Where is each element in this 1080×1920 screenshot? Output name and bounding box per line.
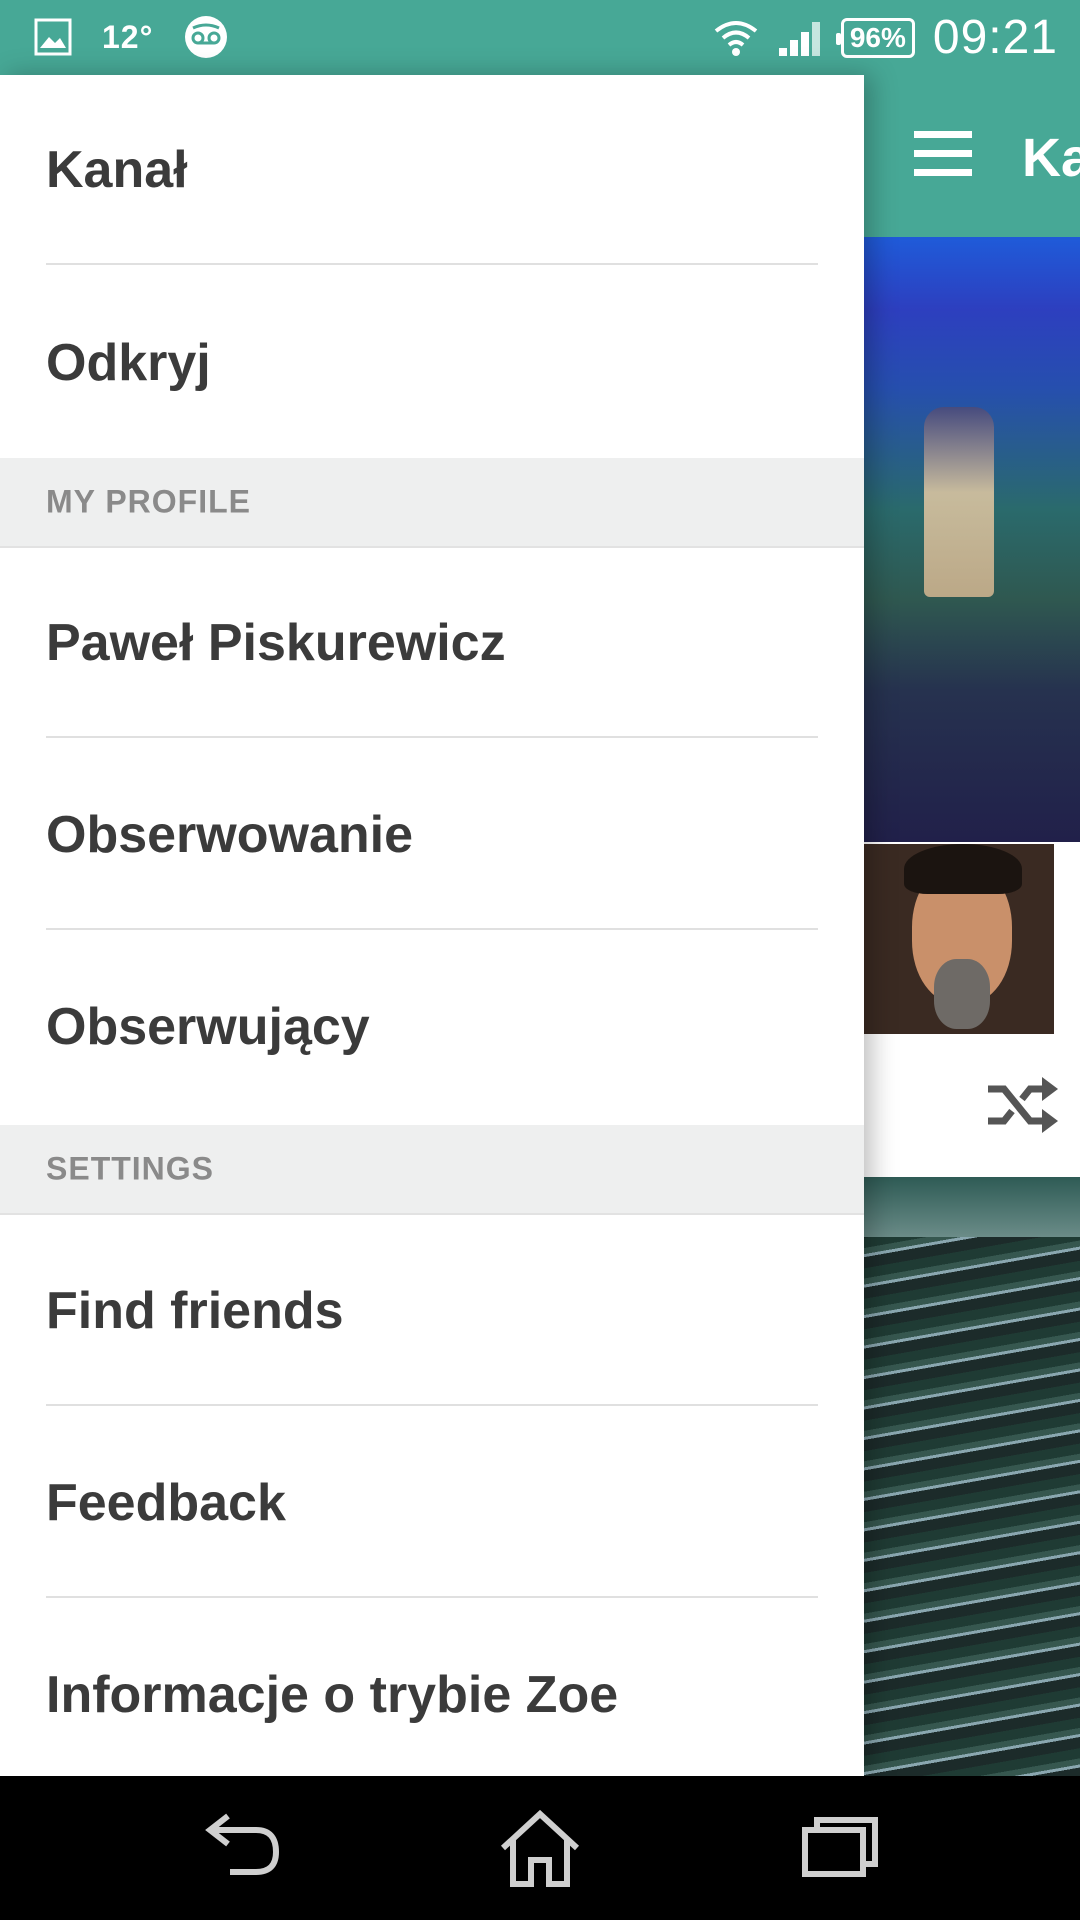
drawer-item-obserwujacy[interactable]: Obserwujący bbox=[0, 932, 864, 1122]
feed-content: Kanał bbox=[864, 75, 1080, 1776]
drawer-item-label: Obserwujący bbox=[46, 998, 370, 1056]
drawer-item-label: Odkryj bbox=[46, 333, 211, 392]
drawer-item-label: Paweł Piskurewicz bbox=[46, 614, 506, 672]
divider bbox=[46, 736, 818, 738]
status-left: 12° bbox=[34, 14, 229, 60]
drawer-item-profile-name[interactable]: Paweł Piskurewicz bbox=[0, 548, 864, 738]
drawer-item-label: Kanał bbox=[46, 141, 188, 199]
divider bbox=[46, 1596, 818, 1598]
section-header-settings: SETTINGS bbox=[0, 1125, 864, 1215]
drawer-item-label: Feedback bbox=[46, 1474, 286, 1532]
menu-icon[interactable] bbox=[914, 131, 972, 176]
drawer-item-zoe-info[interactable]: Informacje o trybie Zoe bbox=[0, 1600, 864, 1790]
drawer-item-label: Find friends bbox=[46, 1282, 344, 1340]
feed-photo-baseball-field[interactable] bbox=[864, 237, 1080, 842]
gallery-icon bbox=[34, 18, 72, 56]
battery-indicator: 96% bbox=[835, 17, 915, 58]
feed-photo-stadium-seats[interactable] bbox=[864, 1177, 1080, 1776]
navigation-drawer: Kanał Odkryj MY PROFILE Paweł Piskurewic… bbox=[0, 75, 864, 1776]
wifi-icon bbox=[714, 20, 758, 56]
status-bar: 12° 96% 09:21 bbox=[0, 0, 1080, 75]
shuffle-bar bbox=[864, 1035, 1080, 1185]
system-nav-bar bbox=[0, 1776, 1080, 1920]
drawer-item-obserwowanie[interactable]: Obserwowanie bbox=[0, 740, 864, 930]
drawer-item-kanal[interactable]: Kanał bbox=[0, 75, 864, 265]
status-right: 96% 09:21 bbox=[713, 10, 1058, 65]
recent-apps-icon[interactable] bbox=[795, 1808, 885, 1888]
app-bar: Kanał bbox=[864, 75, 1080, 237]
section-header-label: SETTINGS bbox=[46, 1150, 215, 1187]
home-icon[interactable] bbox=[495, 1808, 585, 1888]
divider bbox=[46, 1404, 818, 1406]
drawer-item-label: Obserwowanie bbox=[46, 806, 413, 864]
section-header-label: MY PROFILE bbox=[46, 483, 251, 520]
divider bbox=[46, 263, 818, 265]
signal-icon bbox=[778, 21, 820, 56]
drawer-item-find-friends[interactable]: Find friends bbox=[0, 1216, 864, 1406]
drawer-item-feedback[interactable]: Feedback bbox=[0, 1408, 864, 1598]
drawer-item-odkryj[interactable]: Odkryj bbox=[0, 267, 864, 458]
temperature: 12° bbox=[102, 18, 154, 55]
shuffle-icon[interactable] bbox=[984, 1075, 1060, 1135]
profile-photo-avatar[interactable] bbox=[864, 844, 1054, 1034]
app-bar-title: Kanał bbox=[1022, 128, 1080, 188]
voicemail-icon bbox=[185, 16, 228, 58]
clock: 09:21 bbox=[932, 11, 1058, 64]
section-header-my-profile: MY PROFILE bbox=[0, 458, 864, 548]
drawer-item-label: Informacje o trybie Zoe bbox=[46, 1666, 619, 1724]
divider bbox=[46, 928, 818, 930]
back-icon[interactable] bbox=[198, 1808, 288, 1888]
